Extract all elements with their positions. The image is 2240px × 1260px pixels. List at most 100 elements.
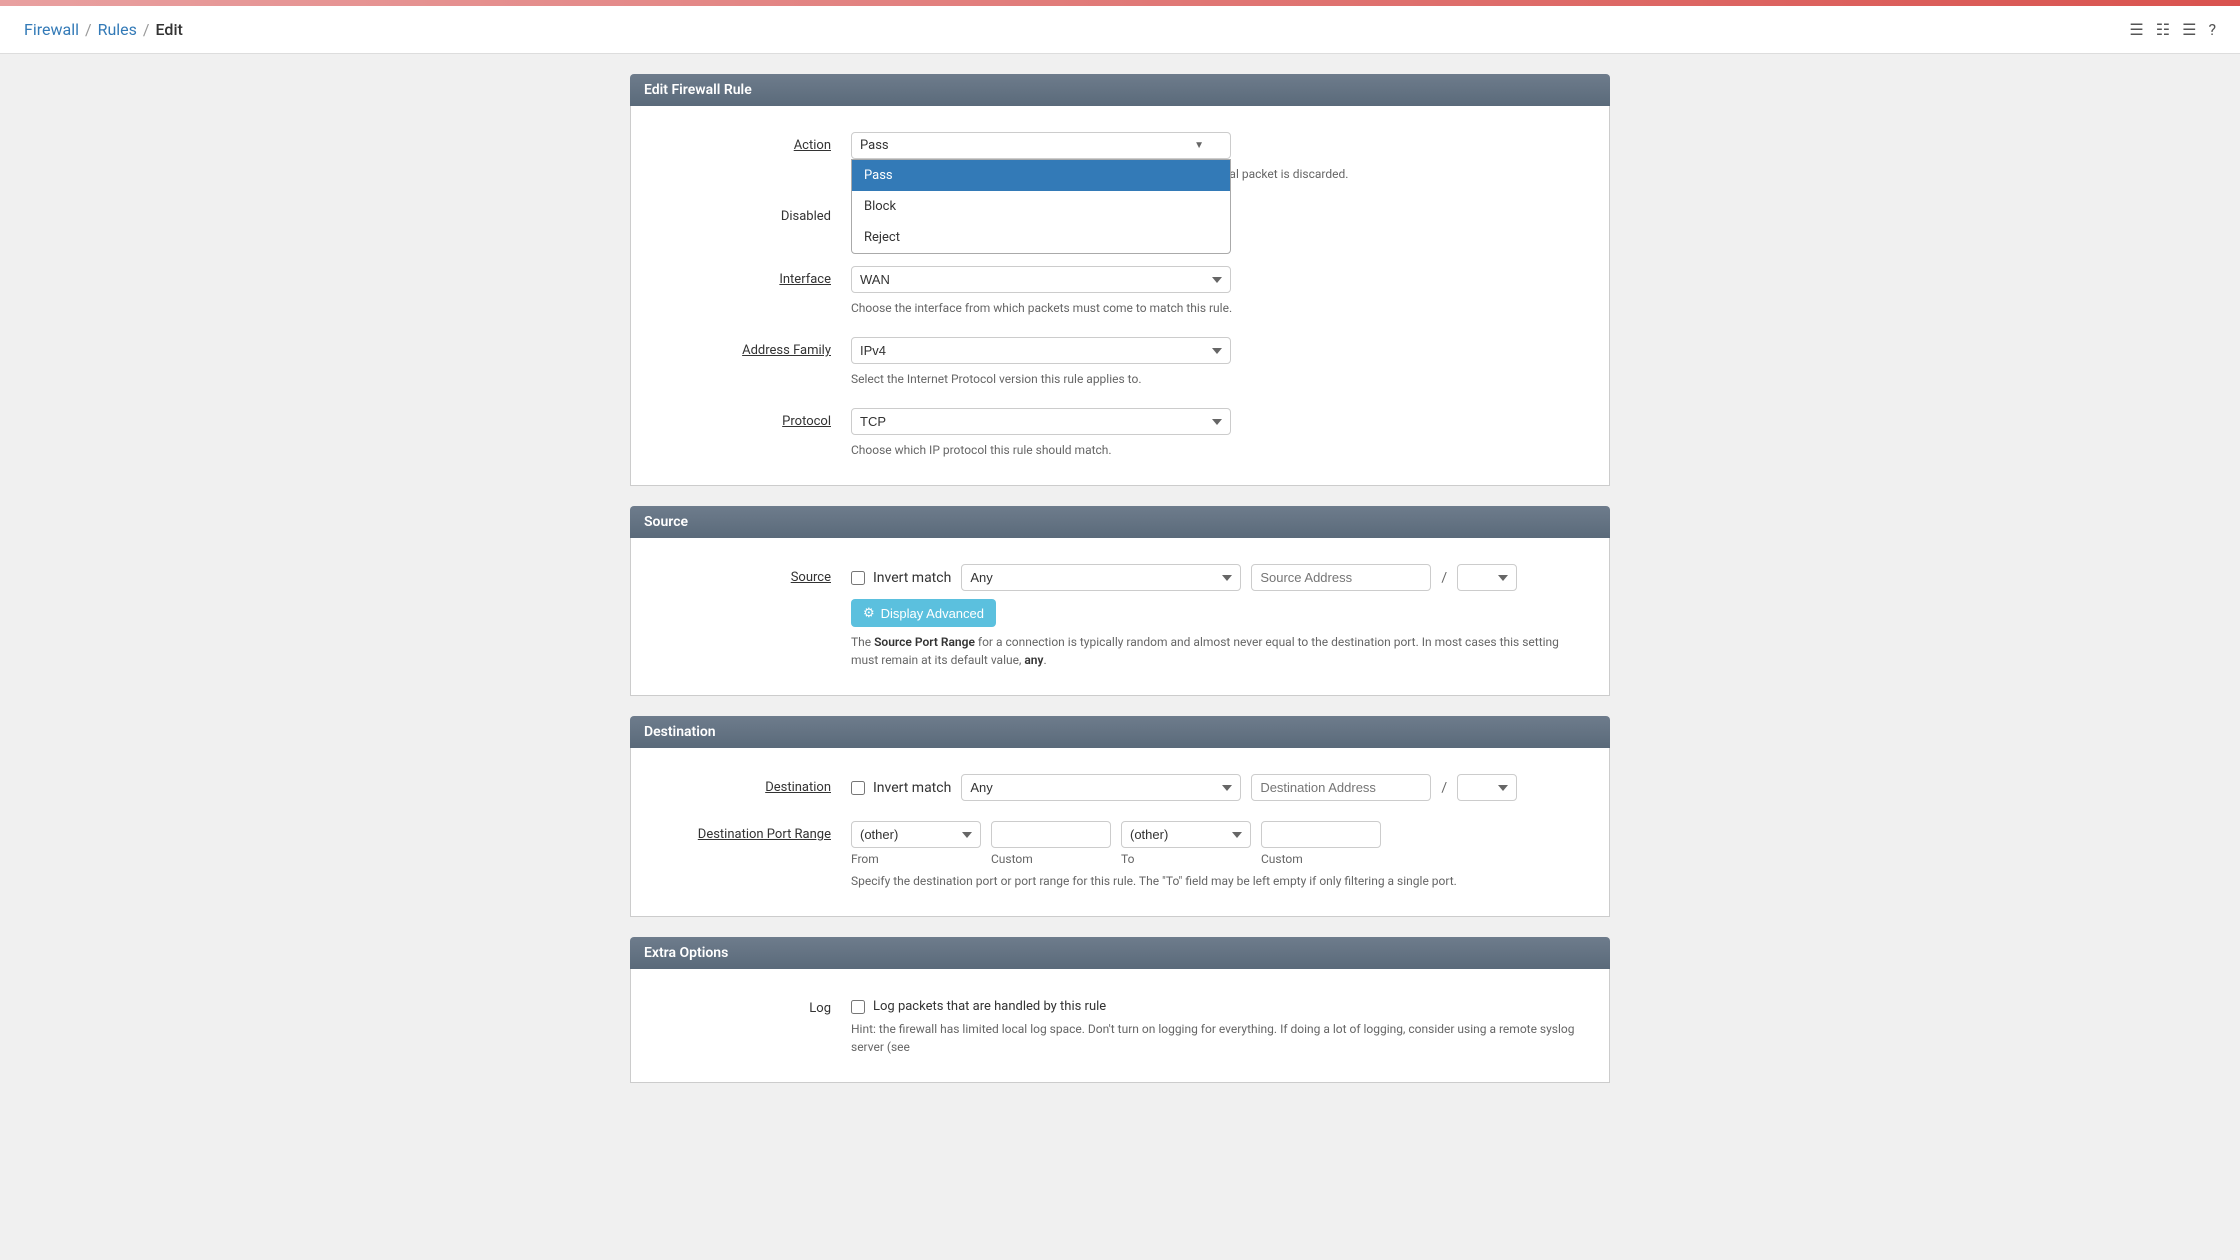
protocol-help: Choose which IP protocol this rule shoul… bbox=[851, 441, 1589, 459]
extra-options-header: Extra Options bbox=[630, 937, 1610, 969]
edit-firewall-rule-header: Edit Firewall Rule bbox=[630, 74, 1610, 106]
destination-invert-label: Invert match bbox=[873, 780, 951, 796]
address-family-select[interactable]: IPv4 IPv6 IPv4+IPv6 bbox=[851, 337, 1231, 364]
source-port-range-bold: Source Port Range bbox=[874, 635, 975, 649]
port-from-label: From bbox=[851, 852, 981, 866]
disabled-label: Disabled bbox=[651, 203, 851, 224]
action-label: Action bbox=[651, 132, 851, 153]
main-content: Edit Firewall Rule Action Pass ▼ Pass bbox=[630, 74, 1610, 1083]
edit-firewall-rule-body: Action Pass ▼ Pass Block Reject bbox=[630, 106, 1610, 486]
port-range-inputs: (other) any HTTP HTTPS (other) any HTTP … bbox=[851, 821, 1589, 848]
address-family-help: Select the Internet Protocol version thi… bbox=[851, 370, 1589, 388]
destination-header: Destination bbox=[630, 716, 1610, 748]
display-advanced-button[interactable]: ⚙ Display Advanced bbox=[851, 599, 996, 627]
port-labels: From Custom To Custom bbox=[851, 852, 1589, 866]
source-slash: / bbox=[1441, 570, 1447, 586]
address-family-label: Address Family bbox=[651, 337, 851, 358]
destination-port-range-label: Destination Port Range bbox=[651, 821, 851, 842]
port-to-label: To bbox=[1121, 852, 1251, 866]
source-input-row: Invert match Any / 8 16 24 32 bbox=[851, 564, 1589, 591]
log-control: Log packets that are handled by this rul… bbox=[851, 995, 1589, 1056]
interface-control: WAN LAN DMZ Choose the interface from wh… bbox=[851, 266, 1589, 317]
port-to-custom-label: Custom bbox=[1261, 852, 1381, 866]
address-family-row: Address Family IPv4 IPv6 IPv4+IPv6 Selec… bbox=[631, 327, 1609, 398]
port-from-custom-input[interactable] bbox=[991, 821, 1111, 848]
edit-firewall-rule-section: Edit Firewall Rule Action Pass ▼ Pass bbox=[630, 74, 1610, 486]
source-any-bold: any bbox=[1024, 653, 1043, 667]
action-control: Pass ▼ Pass Block Reject TCP RST or ICMP… bbox=[851, 132, 1589, 183]
breadcrumb-edit: Edit bbox=[156, 20, 183, 39]
interface-help: Choose the interface from which packets … bbox=[851, 299, 1589, 317]
protocol-control: TCP UDP TCP/UDP ICMP Any Choose which IP… bbox=[851, 408, 1589, 459]
destination-slash: / bbox=[1441, 780, 1447, 796]
extra-options-body: Log Log packets that are handled by this… bbox=[630, 969, 1610, 1083]
action-select-wrapper: Pass ▼ Pass Block Reject bbox=[851, 132, 1231, 159]
source-address-input[interactable] bbox=[1251, 564, 1431, 591]
destination-port-range-control: (other) any HTTP HTTPS (other) any HTTP … bbox=[851, 821, 1589, 890]
action-option-reject[interactable]: Reject bbox=[852, 222, 1230, 253]
gear-icon: ⚙ bbox=[863, 605, 875, 621]
source-help: The Source Port Range for a connection i… bbox=[851, 633, 1589, 669]
action-row: Action Pass ▼ Pass Block Reject bbox=[631, 122, 1609, 193]
action-dropdown: Pass Block Reject bbox=[851, 159, 1231, 254]
action-chevron: ▼ bbox=[1194, 140, 1204, 151]
list-icon[interactable]: ☰ bbox=[2129, 20, 2143, 39]
protocol-row: Protocol TCP UDP TCP/UDP ICMP Any Choose… bbox=[631, 398, 1609, 469]
interface-label: Interface bbox=[651, 266, 851, 287]
log-label: Log bbox=[651, 995, 851, 1016]
protocol-select[interactable]: TCP UDP TCP/UDP ICMP Any bbox=[851, 408, 1231, 435]
table-icon[interactable]: ☰ bbox=[2182, 20, 2196, 39]
source-invert-row: Invert match bbox=[851, 570, 951, 586]
interface-select[interactable]: WAN LAN DMZ bbox=[851, 266, 1231, 293]
source-body: Source Invert match Any / bbox=[630, 538, 1610, 696]
destination-type-select[interactable]: Any bbox=[961, 774, 1241, 801]
breadcrumb-firewall[interactable]: Firewall bbox=[24, 20, 79, 39]
help-icon[interactable]: ? bbox=[2208, 20, 2216, 39]
source-type-select[interactable]: Any bbox=[961, 564, 1241, 591]
breadcrumb-rules[interactable]: Rules bbox=[98, 20, 137, 39]
destination-control: Invert match Any / 8 16 24 32 bbox=[851, 774, 1589, 801]
log-checkbox-row: Log packets that are handled by this rul… bbox=[851, 995, 1589, 1014]
destination-input-row: Invert match Any / 8 16 24 32 bbox=[851, 774, 1589, 801]
log-row: Log Log packets that are handled by this… bbox=[631, 985, 1609, 1066]
interface-row: Interface WAN LAN DMZ Choose the interfa… bbox=[631, 256, 1609, 327]
destination-invert-row: Invert match bbox=[851, 780, 951, 796]
address-family-control: IPv4 IPv6 IPv4+IPv6 Select the Internet … bbox=[851, 337, 1589, 388]
source-control: Invert match Any / 8 16 24 32 bbox=[851, 564, 1589, 669]
source-invert-label: Invert match bbox=[873, 570, 951, 586]
port-from-custom-label: Custom bbox=[991, 852, 1111, 866]
destination-invert-checkbox[interactable] bbox=[851, 781, 865, 795]
log-checkbox-label: Log packets that are handled by this rul… bbox=[873, 999, 1106, 1014]
action-option-pass[interactable]: Pass bbox=[852, 160, 1230, 191]
destination-port-range-row: Destination Port Range (other) any HTTP … bbox=[631, 811, 1609, 900]
destination-section: Destination Destination Invert match Any bbox=[630, 716, 1610, 917]
action-option-block[interactable]: Block bbox=[852, 191, 1230, 222]
action-select-display[interactable]: Pass ▼ bbox=[851, 132, 1231, 159]
breadcrumb-sep-2: / bbox=[143, 20, 150, 39]
breadcrumb: Firewall / Rules / Edit bbox=[24, 20, 183, 39]
chart-icon[interactable]: ☷ bbox=[2156, 20, 2170, 39]
breadcrumb-bar: Firewall / Rules / Edit ☰ ☷ ☰ ? bbox=[0, 6, 2240, 54]
destination-cidr-select[interactable]: 8 16 24 32 bbox=[1457, 774, 1517, 801]
destination-port-help: Specify the destination port or port ran… bbox=[851, 872, 1589, 890]
port-from-select[interactable]: (other) any HTTP HTTPS bbox=[851, 821, 981, 848]
breadcrumb-icons: ☰ ☷ ☰ ? bbox=[2129, 20, 2216, 39]
display-advanced-label: Display Advanced bbox=[881, 606, 984, 621]
port-to-select[interactable]: (other) any HTTP HTTPS bbox=[1121, 821, 1251, 848]
destination-body: Destination Invert match Any / bbox=[630, 748, 1610, 917]
log-checkbox[interactable] bbox=[851, 1000, 865, 1014]
destination-row: Destination Invert match Any / bbox=[631, 764, 1609, 811]
destination-label: Destination bbox=[651, 774, 851, 795]
breadcrumb-sep-1: / bbox=[85, 20, 92, 39]
display-advanced-wrapper: ⚙ Display Advanced bbox=[851, 591, 1589, 627]
destination-address-input[interactable] bbox=[1251, 774, 1431, 801]
source-cidr-select[interactable]: 8 16 24 32 bbox=[1457, 564, 1517, 591]
source-header: Source bbox=[630, 506, 1610, 538]
port-to-custom-input[interactable] bbox=[1261, 821, 1381, 848]
source-invert-checkbox[interactable] bbox=[851, 571, 865, 585]
protocol-label: Protocol bbox=[651, 408, 851, 429]
source-label: Source bbox=[651, 564, 851, 585]
log-help: Hint: the firewall has limited local log… bbox=[851, 1020, 1589, 1056]
extra-options-section: Extra Options Log Log packets that are h… bbox=[630, 937, 1610, 1083]
action-selected-value: Pass bbox=[860, 138, 889, 153]
